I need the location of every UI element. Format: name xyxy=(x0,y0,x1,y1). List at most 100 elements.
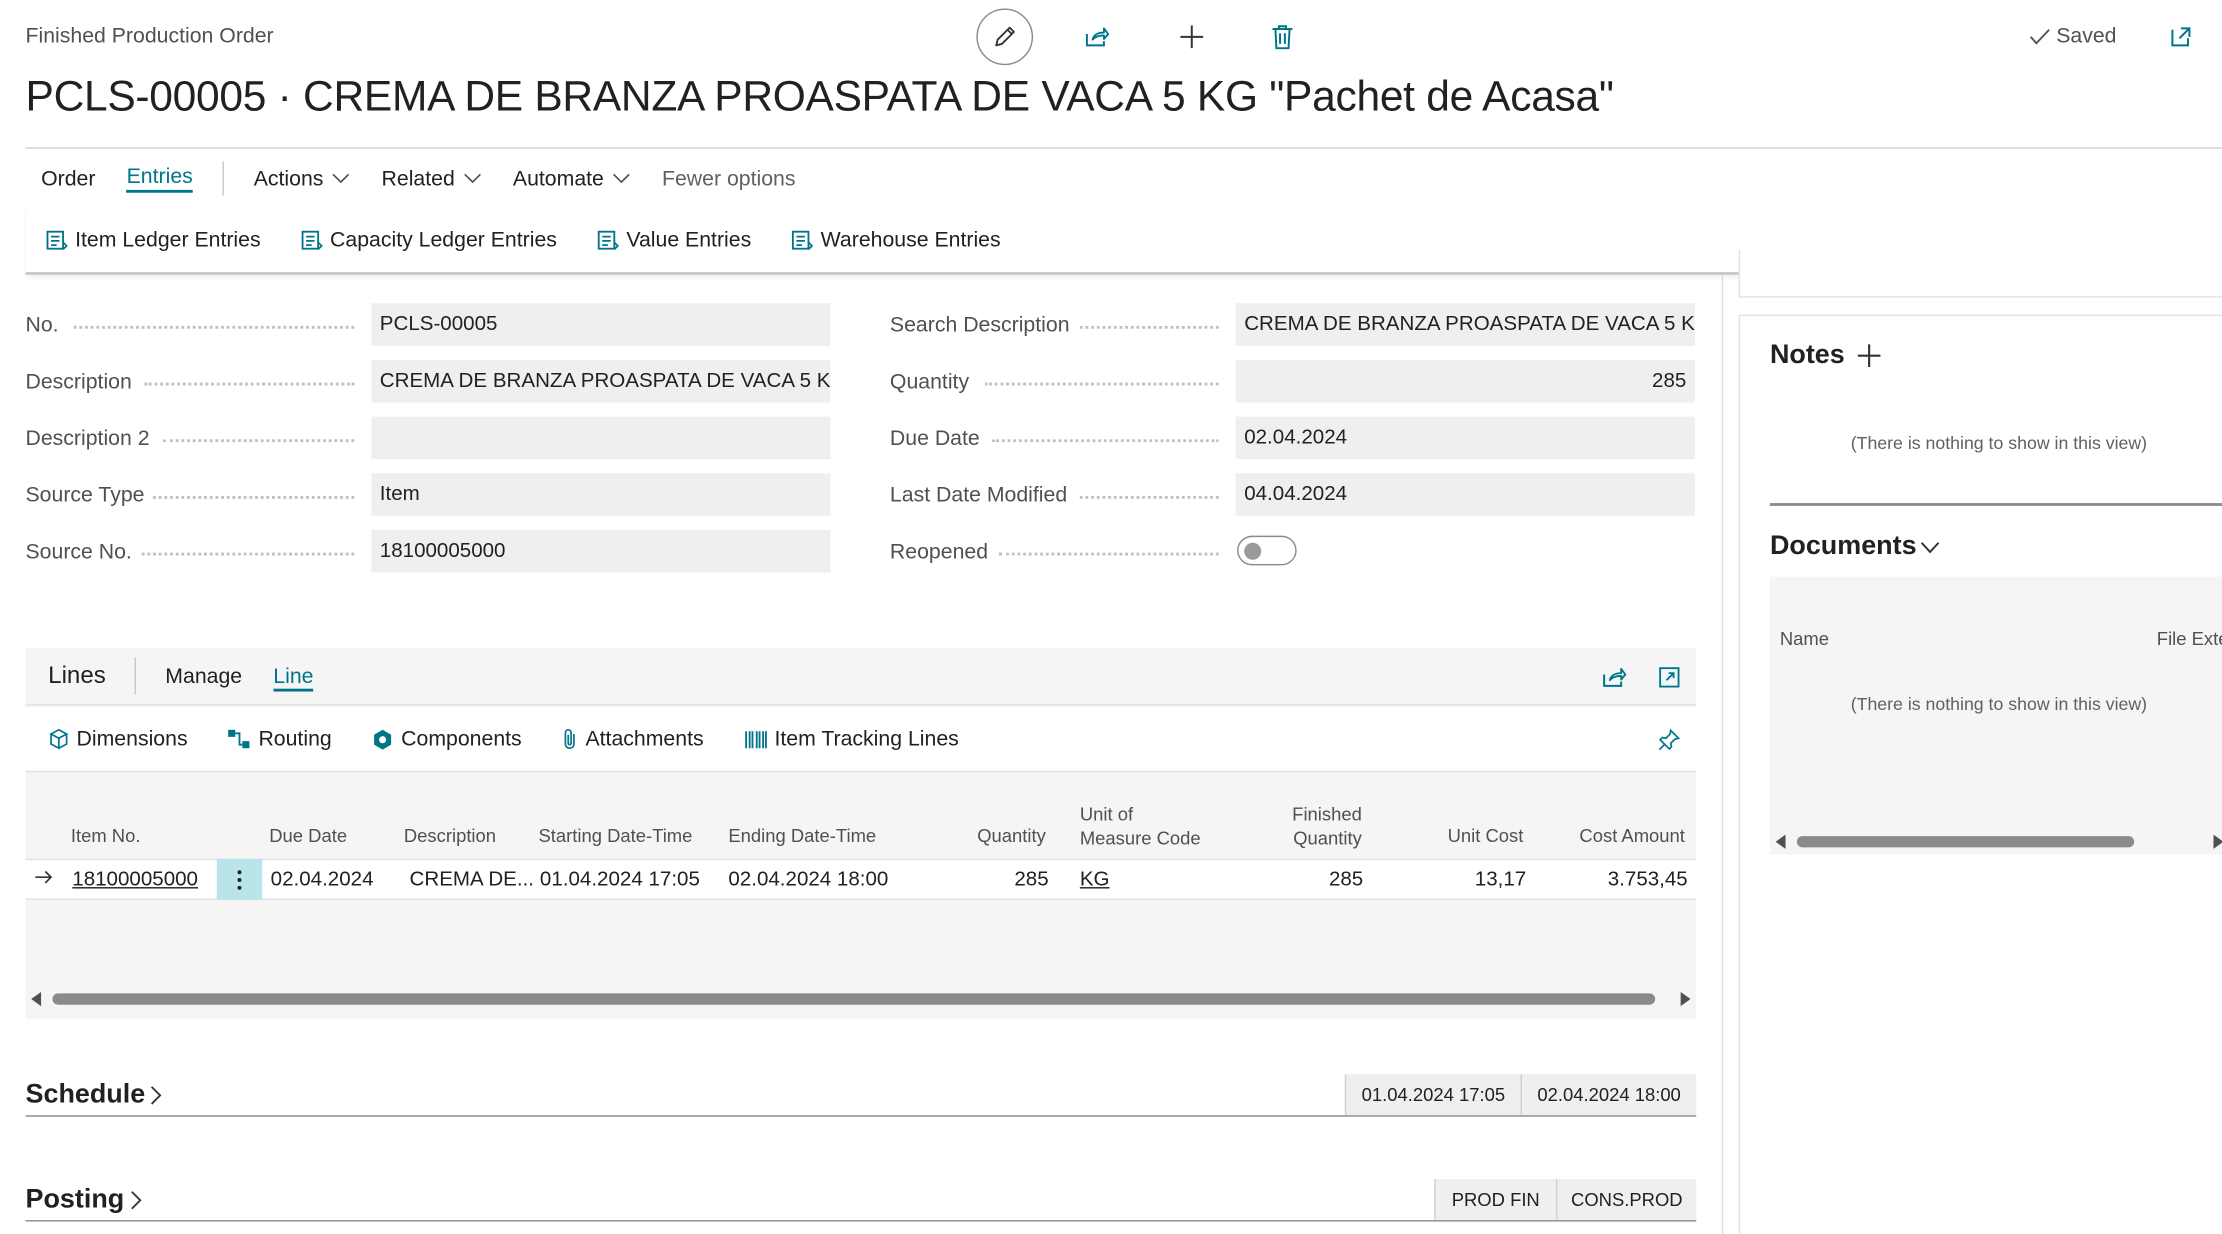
tab-entries[interactable]: Entries xyxy=(111,150,208,207)
lines-horizontal-scrollbar[interactable] xyxy=(52,993,1656,1005)
warehouse-entries-button[interactable]: Warehouse Entries xyxy=(791,228,1001,252)
tab-manage[interactable]: Manage xyxy=(150,664,258,688)
components-button[interactable]: Components xyxy=(371,727,522,751)
source-no-field[interactable]: 18100005000 xyxy=(371,529,831,573)
lines-header: Lines Manage Line xyxy=(25,648,1697,706)
delete-button[interactable] xyxy=(1265,20,1299,54)
lines-expand-button[interactable] xyxy=(1654,662,1685,693)
documents-horizontal-scrollbar[interactable] xyxy=(1796,836,2135,848)
trash-icon xyxy=(1272,25,1293,50)
field-leader xyxy=(991,439,1219,443)
menu-actions[interactable]: Actions xyxy=(238,150,366,207)
posting-divider xyxy=(25,1220,1697,1222)
row-quantity[interactable]: 285 xyxy=(964,869,1048,892)
row-unit-cost[interactable]: 13,17 xyxy=(1417,869,1526,892)
lines-header-separator xyxy=(134,657,136,695)
documents-scroll-right-icon[interactable] xyxy=(2212,834,2222,849)
tab-line[interactable]: Line xyxy=(258,663,329,691)
capacity-ledger-entries-button[interactable]: Capacity Ledger Entries xyxy=(300,228,557,252)
last-date-modified-field[interactable]: 04.04.2024 xyxy=(1235,473,1695,516)
value-entries-button[interactable]: Value Entries xyxy=(597,228,751,252)
col-uom[interactable]: Unit of Measure Code xyxy=(1080,802,1201,850)
description-2-field[interactable] xyxy=(371,416,831,460)
col-description[interactable]: Description xyxy=(404,823,496,847)
col-ending-date-time[interactable]: Ending Date-Time xyxy=(728,823,876,847)
factbox-divider xyxy=(1721,274,1724,1234)
search-description-label: Search Description xyxy=(889,313,1070,338)
reopened-toggle[interactable] xyxy=(1237,535,1297,566)
chevron-right-icon xyxy=(151,1086,163,1105)
notes-empty-message: (There is nothing to show in this view) xyxy=(1850,433,2148,454)
scroll-right-icon[interactable] xyxy=(1679,991,1691,1007)
documents-header[interactable]: Documents xyxy=(1770,531,1941,562)
posting-section-header[interactable]: Posting xyxy=(26,1185,142,1216)
documents-scroll-left-icon[interactable] xyxy=(1775,834,1787,849)
row-starting-date-time[interactable]: 01.04.2024 17:05 xyxy=(540,869,700,892)
documents-col-name[interactable]: Name xyxy=(1780,626,1829,650)
field-leader xyxy=(153,495,355,499)
row-cost-amount[interactable]: 3.753,45 xyxy=(1559,869,1688,892)
tab-entries-label: Entries xyxy=(126,164,193,193)
reopened-label: Reopened xyxy=(889,539,989,565)
fewer-options-button[interactable]: Fewer options xyxy=(646,150,811,207)
field-leader xyxy=(144,382,355,386)
posting-chip-prod-fin: PROD FIN xyxy=(1434,1179,1556,1221)
quantity-field[interactable]: 285 xyxy=(1235,359,1695,403)
col-unit-cost[interactable]: Unit Cost xyxy=(1417,823,1524,847)
menu-related[interactable]: Related xyxy=(366,150,497,207)
row-actions-button[interactable] xyxy=(216,858,263,900)
tab-order-label: Order xyxy=(41,166,96,191)
saved-status: Saved xyxy=(2029,24,2116,48)
due-date-field[interactable]: 02.04.2024 xyxy=(1235,416,1695,460)
col-item-no[interactable]: Item No. xyxy=(71,823,141,847)
field-leader xyxy=(162,439,355,443)
description-field[interactable]: CREMA DE BRANZA PROASPATA DE VACA 5 K... xyxy=(371,359,831,403)
col-starting-date-time[interactable]: Starting Date-Time xyxy=(538,823,692,847)
scroll-left-icon[interactable] xyxy=(31,991,42,1007)
row-uom-link[interactable]: KG xyxy=(1080,869,1110,892)
tab-order[interactable]: Order xyxy=(26,150,112,207)
personalize-button[interactable] xyxy=(1654,724,1685,755)
item-ledger-entries-button[interactable]: Item Ledger Entries xyxy=(45,228,261,252)
col-cost-amount[interactable]: Cost Amount xyxy=(1559,823,1684,847)
open-new-window-button[interactable] xyxy=(2165,21,2196,52)
attachments-button[interactable]: Attachments xyxy=(561,727,704,751)
notes-title: Notes xyxy=(1769,340,1845,370)
row-item-no-link[interactable]: 18100005000 xyxy=(72,869,198,892)
documents-title: Documents xyxy=(1769,531,1917,562)
toggle-knob xyxy=(1244,542,1262,560)
documents-panel xyxy=(1769,576,2222,855)
col-quantity[interactable]: Quantity xyxy=(964,823,1046,847)
field-leader xyxy=(1079,325,1219,329)
dimensions-button[interactable]: Dimensions xyxy=(48,727,188,751)
edit-button[interactable] xyxy=(976,8,1034,66)
description-2-label: Description 2 xyxy=(25,426,150,451)
schedule-divider xyxy=(25,1115,1697,1117)
plus-icon xyxy=(1180,25,1204,49)
item-tracking-lines-button[interactable]: Item Tracking Lines xyxy=(743,727,959,751)
pencil-icon xyxy=(995,26,1015,47)
row-ending-date-time[interactable]: 02.04.2024 18:00 xyxy=(728,869,888,892)
col-finished-quantity[interactable]: Finished Quantity xyxy=(1261,802,1362,850)
col-due-date[interactable]: Due Date xyxy=(269,823,347,847)
ledger-icon xyxy=(597,230,620,250)
row-due-date[interactable]: 02.04.2024 xyxy=(271,869,374,892)
schedule-section-header[interactable]: Schedule xyxy=(26,1080,163,1111)
source-type-field[interactable]: Item xyxy=(371,473,831,516)
current-row-arrow-icon xyxy=(34,869,54,886)
share-button[interactable] xyxy=(1080,20,1114,54)
new-button[interactable] xyxy=(1175,20,1209,54)
page-title: PCLS-00005 · CREMA DE BRANZA PROASPATA D… xyxy=(25,73,1614,121)
add-note-plus-icon[interactable] xyxy=(1856,343,1882,369)
documents-col-file-extension[interactable]: File Exte xyxy=(2157,626,2222,650)
menu-automate[interactable]: Automate xyxy=(497,150,646,207)
warehouse-entries-label: Warehouse Entries xyxy=(820,228,1001,253)
row-description[interactable]: CREMA DE... xyxy=(410,869,534,892)
routing-button[interactable]: Routing xyxy=(227,727,332,751)
lines-toolbar: Dimensions Routing Components Attachment… xyxy=(25,707,1697,773)
search-description-field[interactable]: CREMA DE BRANZA PROASPATA DE VACA 5 K... xyxy=(1235,303,1695,346)
no-field[interactable]: PCLS-00005 xyxy=(371,303,831,346)
lines-share-button[interactable] xyxy=(1598,662,1629,693)
ledger-icon xyxy=(792,230,814,250)
row-finished-quantity[interactable]: 285 xyxy=(1261,869,1363,892)
